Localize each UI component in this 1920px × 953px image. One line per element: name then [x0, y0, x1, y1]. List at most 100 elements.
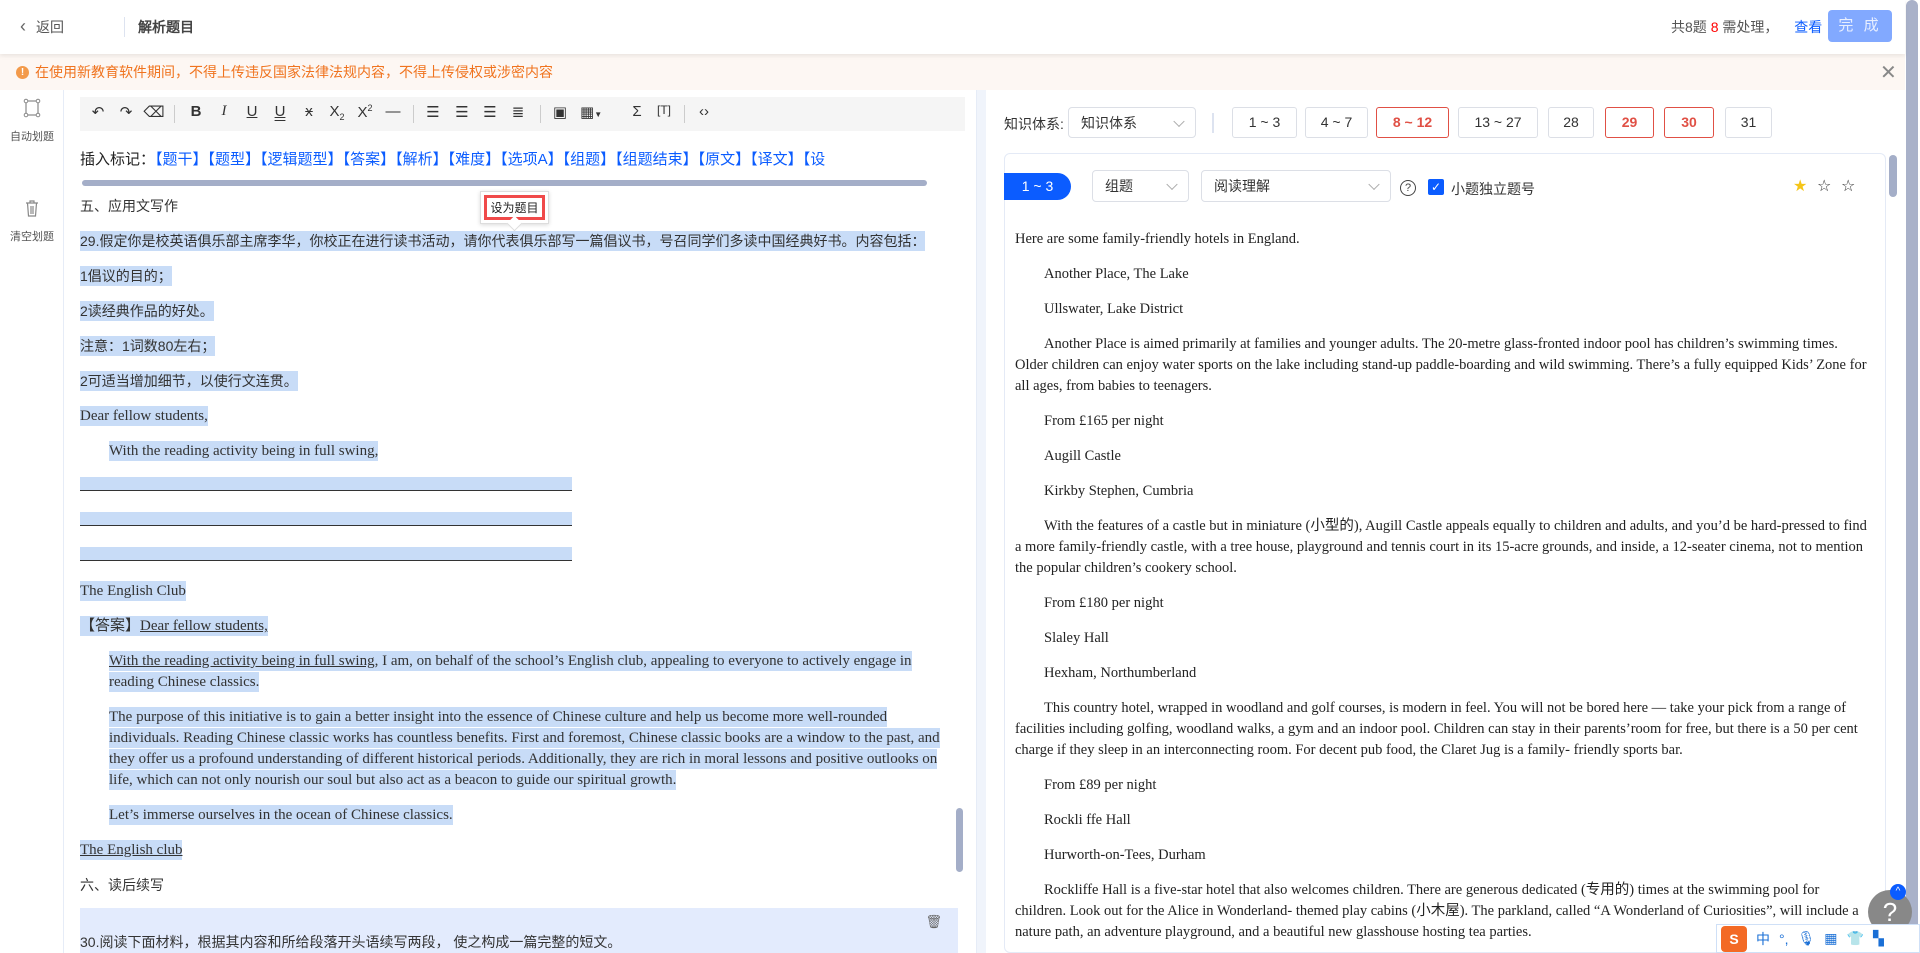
close-icon[interactable]: ✕	[1880, 60, 1897, 85]
status-prefix: 共8题	[1671, 19, 1707, 35]
passage-paragraph: Here are some family-friendly hotels in …	[1015, 231, 1300, 247]
align-center-icon[interactable]: ☰	[451, 103, 473, 121]
scroll-top-icon[interactable]: ^	[1890, 884, 1906, 900]
chevron-down-icon	[1173, 115, 1185, 127]
redo-icon[interactable]: ↷	[115, 103, 137, 121]
passage-paragraph: Ullswater, Lake District	[1044, 301, 1184, 317]
knowledge-select[interactable]: 知识体系	[1068, 107, 1196, 138]
question-category-select[interactable]: 阅读理解	[1201, 170, 1391, 202]
punctuation-icon[interactable]: °,	[1779, 931, 1789, 947]
question-type-select[interactable]: 组题	[1092, 170, 1189, 202]
star-filled-icon[interactable]: ★	[1793, 176, 1807, 196]
help-circle-icon[interactable]: ?	[1400, 180, 1416, 196]
question-30-block[interactable]: 🗑 30.阅读下面材料，根据其内容和所给段落开头语续写两段， 使之构成一篇完整的…	[80, 908, 958, 953]
bold-icon[interactable]: B	[185, 103, 207, 120]
clear-split-button[interactable]: 清空划题	[0, 198, 64, 244]
table-icon[interactable]: ▦▼	[580, 103, 602, 121]
tool-sidebar: 自动划题 清空划题	[0, 90, 64, 953]
answer-paragraph-3: Let’s immerse ourselves in the ocean of …	[109, 805, 453, 825]
answer-paragraph-1: With the reading activity being in full …	[109, 651, 912, 692]
trash-icon[interactable]: 🗑	[925, 914, 942, 930]
range-button-28[interactable]: 28	[1548, 107, 1594, 138]
undo-icon[interactable]: ↶	[87, 103, 109, 121]
sogou-logo-icon: S	[1721, 925, 1747, 952]
answer-p1-underlined: With the reading activity being in full …	[109, 653, 375, 669]
range-divider	[1212, 113, 1214, 133]
back-label: 返回	[36, 18, 64, 35]
double-underline-icon[interactable]: U	[269, 103, 291, 120]
mark-more[interactable]: 【设	[803, 151, 826, 168]
mark-stem[interactable]: 【题干】	[155, 151, 208, 168]
back-button[interactable]: ‹ 返回	[20, 16, 64, 37]
select-text-icon[interactable]: [T]	[653, 103, 675, 117]
answer-signature: The English club	[80, 840, 183, 860]
superscript-icon[interactable]: X2	[354, 103, 376, 121]
range-button-1-3[interactable]: 1 ~ 3	[1232, 107, 1297, 138]
star-empty-icon[interactable]: ☆	[1817, 176, 1831, 196]
editor-toolbar: ↶ ↷ ⌫ B I U U x X2 X2 — ☰ ☰ ☰ ≣ ▣ ▦▼ Σ […	[80, 97, 965, 131]
passage-paragraph: Rockli ffe Hall	[1044, 812, 1131, 828]
card-scrollbar[interactable]	[1889, 155, 1897, 197]
microphone-icon[interactable]: 🎙	[1798, 930, 1816, 947]
subscript-icon[interactable]: X2	[326, 103, 348, 122]
question-range-badge: 1 ~ 3	[1004, 173, 1071, 200]
eraser-icon[interactable]: ⌫	[143, 103, 165, 121]
mark-translation[interactable]: 【译文】	[750, 151, 803, 168]
skin-icon[interactable]: 👕	[1847, 930, 1864, 947]
image-icon[interactable]: ▣	[549, 103, 571, 121]
mark-group-end[interactable]: 【组题结束】	[615, 151, 698, 168]
auto-split-label: 自动划题	[10, 131, 54, 143]
page-scrollbar[interactable]	[1906, 0, 1918, 953]
insert-marks-scrollbar[interactable]	[82, 180, 927, 186]
insert-marks-label: 插入标记：	[80, 151, 156, 168]
justify-icon[interactable]: ≣	[507, 103, 529, 121]
auto-split-button[interactable]: 自动划题	[0, 98, 64, 144]
formula-icon[interactable]: Σ	[626, 103, 648, 120]
clear-split-label: 清空划题	[10, 231, 54, 243]
range-button-13-27[interactable]: 13 ~ 27	[1458, 107, 1538, 138]
ime-mode[interactable]: 中	[1756, 929, 1770, 949]
range-button-29[interactable]: 29	[1605, 107, 1654, 138]
answer-tag: 【答案】	[80, 618, 141, 634]
mark-type[interactable]: 【题型】	[208, 151, 261, 168]
editor-content[interactable]: 五、应用文写作 29.假定你是校英语俱乐部主席李华，你校正在进行读书活动，请你代…	[80, 196, 958, 953]
panel-divider[interactable]	[976, 90, 986, 953]
range-button-30[interactable]: 30	[1664, 107, 1714, 138]
star-empty-icon[interactable]: ☆	[1841, 176, 1855, 196]
mark-option-a[interactable]: 【选项A】	[500, 151, 563, 168]
crop-frame-icon	[23, 98, 41, 118]
knowledge-label: 知识体系:	[1004, 116, 1064, 132]
align-left-icon[interactable]: ☰	[422, 103, 444, 121]
mark-logic-type[interactable]: 【逻辑题型】	[260, 151, 343, 168]
range-button-4-7[interactable]: 4 ~ 7	[1305, 107, 1368, 138]
independent-numbering-label[interactable]: 小题独立题号	[1451, 179, 1535, 199]
horizontal-rule-icon[interactable]: —	[382, 103, 404, 120]
mark-difficulty[interactable]: 【难度】	[448, 151, 501, 168]
range-button-31[interactable]: 31	[1725, 107, 1772, 138]
underline-icon[interactable]: U	[241, 103, 263, 120]
mark-original[interactable]: 【原文】	[698, 151, 751, 168]
range-button-8-12[interactable]: 8 ~ 12	[1376, 107, 1449, 138]
reading-passage: Here are some family-friendly hotels in …	[1015, 229, 1871, 953]
blank-line	[80, 512, 572, 526]
passage-paragraph: From £165 per night	[1044, 413, 1164, 429]
mark-group[interactable]: 【组题】	[563, 151, 616, 168]
editor-scrollbar[interactable]	[956, 808, 963, 872]
question-category-value: 阅读理解	[1214, 178, 1270, 194]
section6-heading: 六、读后续写	[80, 877, 164, 893]
toolbox-icon[interactable]: ▚	[1873, 930, 1884, 947]
question-type-value: 组题	[1105, 178, 1133, 194]
independent-numbering-checkbox[interactable]: ✓	[1428, 179, 1444, 195]
strikethrough-icon[interactable]: x	[298, 103, 320, 120]
view-link[interactable]: 查看	[1794, 19, 1822, 35]
set-as-question-button[interactable]: 设为题目	[484, 195, 545, 220]
section5-text: 五、应用文写作	[80, 198, 178, 214]
mark-analysis[interactable]: 【解析】	[395, 151, 448, 168]
source-code-icon[interactable]: ‹›	[693, 103, 715, 120]
italic-icon[interactable]: I	[213, 103, 235, 120]
done-button[interactable]: 完 成	[1828, 10, 1892, 42]
chevron-down-icon	[1368, 178, 1380, 191]
align-right-icon[interactable]: ☰	[479, 103, 501, 121]
mark-answer[interactable]: 【答案】	[343, 151, 396, 168]
keyboard-icon[interactable]: ▦	[1824, 930, 1837, 947]
